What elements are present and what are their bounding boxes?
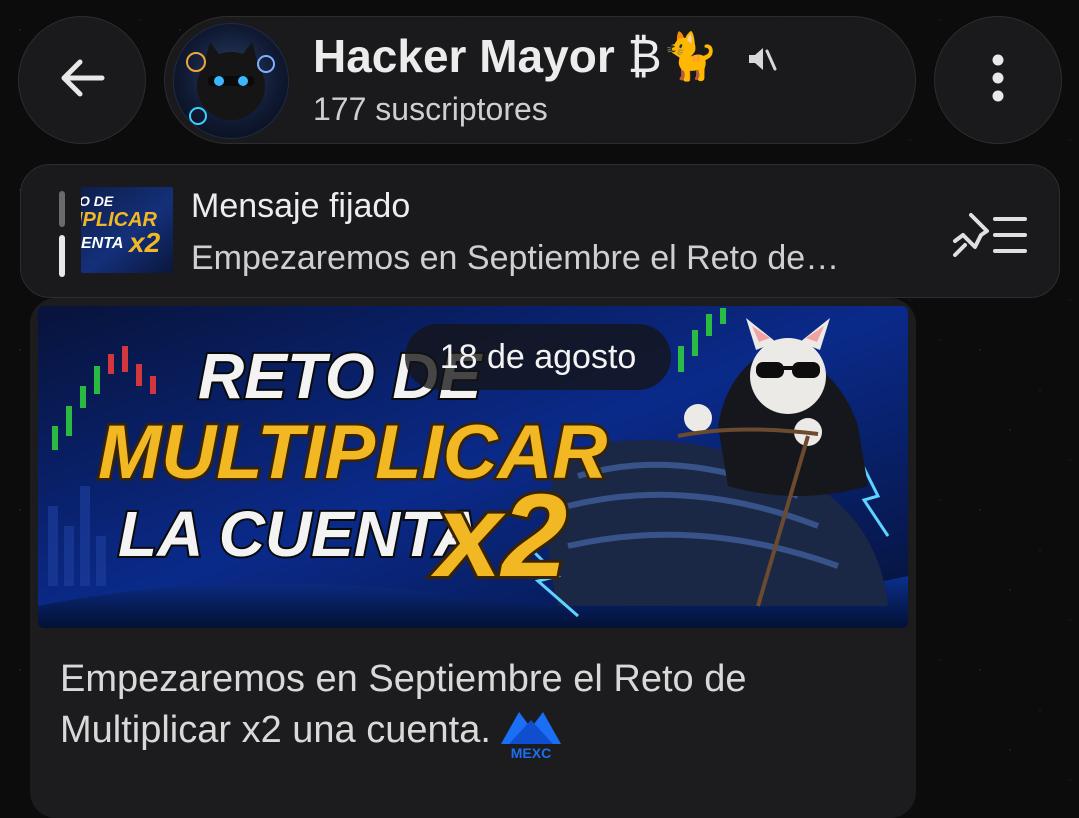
pinned-list-icon [951,213,1031,263]
arrow-left-icon [58,58,106,103]
channel-avatar[interactable] [173,23,289,139]
speaker-muted-icon [745,43,777,80]
mexc-logo-icon: MEXC [499,704,563,761]
pinned-list-button[interactable] [951,211,1031,259]
message-line-text: Multiplicar x2 una cuenta. [60,709,491,752]
subscriber-count: 177 suscriptores [313,91,548,127]
channel-title: Hacker Mayor ₿🐈 [313,29,719,84]
pinned-message-bar[interactable]: O DE IPLICAR ENTA x2 Mensaje fijado Empe… [20,164,1060,298]
more-vertical-icon [991,53,1005,108]
message-text: Empezaremos en Septiembre el Reto de Mul… [60,654,900,761]
pinned-preview: Empezaremos en Septiembre el Reto de… [191,239,840,277]
thumb-text: x2 [129,227,161,258]
mexc-logo-text: MEXC [511,745,551,760]
message-line: Multiplicar x2 una cuenta. MEXC [60,704,900,761]
pinned-title: Mensaje fijado [191,187,411,225]
back-button[interactable] [18,16,146,144]
banner-badge-x2: x2 [430,470,567,602]
date-chip: 18 de agosto [405,324,671,390]
channel-header[interactable]: Hacker Mayor ₿🐈 177 suscriptores [164,16,916,144]
banner-text-line3: LA CUENTA [118,498,481,570]
thumb-text: O DE [81,193,114,209]
name-symbols: ₿🐈 [627,30,719,82]
pinned-indicator [59,191,65,277]
pinned-thumbnail: O DE IPLICAR ENTA x2 [81,187,173,273]
more-options-button[interactable] [934,16,1062,144]
message-line: Empezaremos en Septiembre el Reto de [60,658,747,700]
channel-name: Hacker Mayor [313,30,615,82]
thumb-text: ENTA [81,235,124,252]
